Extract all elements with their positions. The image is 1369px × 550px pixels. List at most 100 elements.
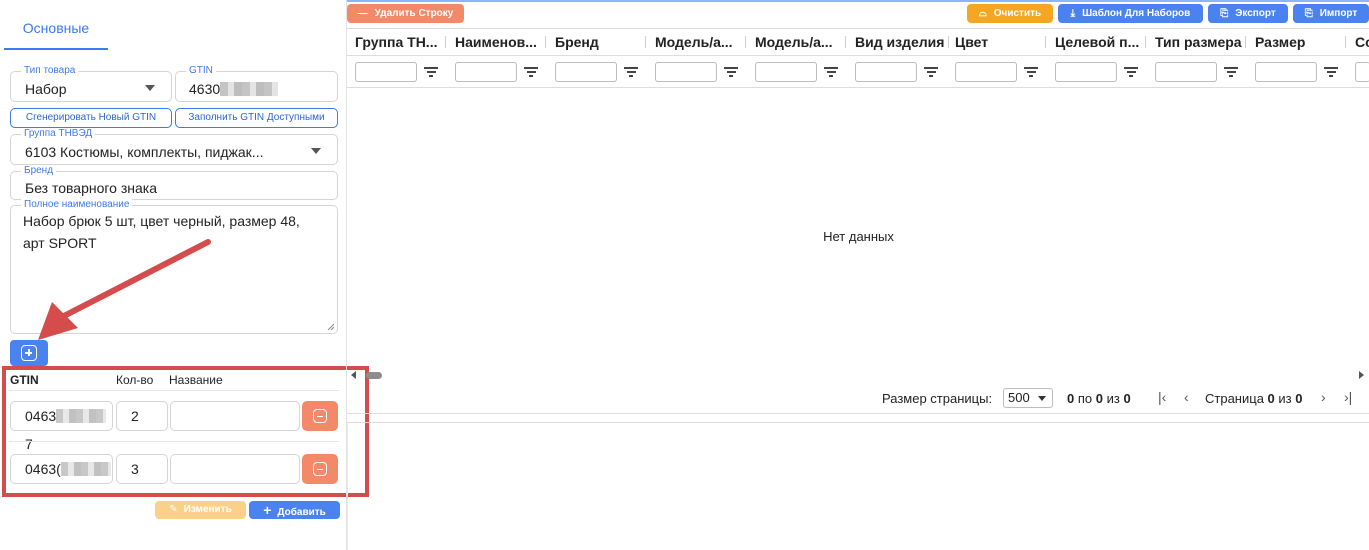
prev-page-icon[interactable]: ‹ bbox=[1184, 389, 1189, 405]
resize-handle-icon[interactable] bbox=[327, 323, 335, 331]
column-filter-input[interactable] bbox=[755, 62, 817, 82]
horizontal-scrollbar[interactable] bbox=[347, 369, 1369, 381]
add-button-label: Добавить bbox=[277, 507, 326, 518]
filter-icon[interactable] bbox=[924, 67, 938, 77]
column-filter-input[interactable] bbox=[355, 62, 417, 82]
filter-icon[interactable] bbox=[1024, 67, 1038, 77]
col-separator[interactable] bbox=[745, 36, 746, 48]
column-filter-input[interactable] bbox=[1055, 62, 1117, 82]
col-header[interactable]: Бренд bbox=[555, 34, 645, 50]
set-row-name-input[interactable] bbox=[170, 454, 300, 484]
tnved-select[interactable]: Группа ТНВЭД 6103 Костюмы, комплекты, пи… bbox=[10, 128, 338, 165]
filter-icon[interactable] bbox=[1224, 67, 1238, 77]
row-range-summary: 0 по 0 из 0 bbox=[1067, 391, 1131, 406]
filter-icon[interactable] bbox=[524, 67, 538, 77]
tab-main[interactable]: Основные bbox=[4, 10, 108, 50]
product-type-select[interactable]: Тип товара Набор bbox=[10, 65, 172, 102]
add-button[interactable]: + Добавить bbox=[249, 501, 340, 519]
fill-gtin-button[interactable]: Заполнить GTIN Доступными bbox=[175, 108, 338, 128]
col-name-header: Название bbox=[169, 373, 223, 387]
column-filter-input[interactable] bbox=[955, 62, 1017, 82]
scroll-left-arrow-icon[interactable] bbox=[351, 371, 356, 379]
col-header[interactable]: Размер bbox=[1255, 34, 1345, 50]
column-filter-input[interactable] bbox=[855, 62, 917, 82]
last-page-icon[interactable]: ›| bbox=[1344, 389, 1352, 405]
column-filter-input[interactable] bbox=[455, 62, 517, 82]
set-row-qty-input[interactable]: 2 bbox=[116, 401, 168, 431]
export-button[interactable]: ⎘ Экспорт bbox=[1208, 4, 1288, 23]
set-row-gtin-input[interactable]: 0463 7 bbox=[10, 401, 113, 452]
generate-gtin-button[interactable]: Сгенерировать Новый GTIN bbox=[10, 108, 172, 128]
col-separator[interactable] bbox=[545, 36, 546, 48]
col-header[interactable]: Цвет bbox=[955, 34, 1045, 50]
chevron-down-icon bbox=[1038, 396, 1046, 401]
clear-button[interactable]: ⌓ Очистить bbox=[967, 4, 1053, 23]
col-header[interactable]: Модель/а... bbox=[755, 34, 845, 50]
set-row-gtin-input[interactable]: 0463( bbox=[10, 454, 113, 484]
edit-button[interactable]: ✎ Изменить bbox=[155, 501, 246, 519]
col-header[interactable]: Группа ТН... bbox=[355, 34, 445, 50]
file-import-icon: ⎘ bbox=[1304, 8, 1313, 19]
page-size-label: Размер страницы: bbox=[882, 391, 993, 406]
plus-icon bbox=[21, 345, 37, 361]
export-label: Экспорт bbox=[1235, 8, 1276, 19]
col-separator[interactable] bbox=[1145, 36, 1146, 48]
col-separator[interactable] bbox=[845, 36, 846, 48]
brand-field[interactable]: Бренд Без товарного знака bbox=[10, 165, 338, 200]
set-row-qty-input[interactable]: 3 bbox=[116, 454, 168, 484]
gtin-value: 4630 bbox=[189, 81, 221, 97]
column-filter-input[interactable] bbox=[1355, 62, 1369, 82]
next-page-icon[interactable]: › bbox=[1321, 389, 1326, 405]
set-template-button[interactable]: ⤓ Шаблон Для Наборов bbox=[1058, 4, 1203, 23]
filter-icon[interactable] bbox=[424, 67, 438, 77]
gtin-field[interactable]: GTIN 4630 bbox=[175, 65, 338, 102]
product-type-label: Тип товара bbox=[21, 65, 79, 77]
page-size-select[interactable]: 500 bbox=[1003, 388, 1053, 408]
scroll-right-arrow-icon[interactable] bbox=[1359, 371, 1364, 379]
delete-row-label: Удалить Строку bbox=[374, 8, 454, 19]
import-label: Импорт bbox=[1319, 8, 1358, 19]
col-separator[interactable] bbox=[948, 36, 949, 48]
tnved-value: 6103 Костюмы, комплекты, пиджак... bbox=[25, 144, 264, 160]
scrollbar-thumb[interactable] bbox=[366, 372, 382, 379]
filter-icon[interactable] bbox=[824, 67, 838, 77]
col-header[interactable]: Модель/а... bbox=[655, 34, 745, 50]
col-qty-header: Кол-во bbox=[116, 373, 154, 387]
col-separator[interactable] bbox=[1045, 36, 1046, 48]
col-separator[interactable] bbox=[445, 36, 446, 48]
col-separator[interactable] bbox=[1245, 36, 1246, 48]
gtin-suffix: 7 bbox=[25, 436, 33, 452]
col-header[interactable]: Наименов... bbox=[455, 34, 545, 50]
filter-icon[interactable] bbox=[1124, 67, 1138, 77]
col-separator[interactable] bbox=[1345, 36, 1346, 48]
lower-panel bbox=[347, 422, 1369, 550]
minus-icon bbox=[313, 462, 327, 476]
filter-icon[interactable] bbox=[724, 67, 738, 77]
trash-icon: ⌓ bbox=[978, 8, 987, 19]
col-header[interactable]: Целевой п... bbox=[1055, 34, 1145, 50]
col-header[interactable]: Вид изделия bbox=[855, 34, 947, 50]
annotation-arrow bbox=[38, 239, 211, 340]
column-filter-input[interactable] bbox=[555, 62, 617, 82]
delete-row-button[interactable]: — Удалить Строку bbox=[347, 4, 464, 23]
col-header[interactable]: Со bbox=[1355, 34, 1369, 50]
data-grid: Группа ТН... Наименов... Бренд Модель/а.… bbox=[347, 28, 1369, 414]
brand-label: Бренд bbox=[21, 165, 57, 177]
remove-row-button[interactable] bbox=[302, 401, 338, 431]
column-filter-input[interactable] bbox=[1155, 62, 1217, 82]
col-gtin-header: GTIN bbox=[10, 373, 39, 387]
first-page-icon[interactable]: |‹ bbox=[1158, 389, 1166, 405]
tnved-label: Группа ТНВЭД bbox=[21, 128, 96, 140]
remove-row-button[interactable] bbox=[302, 454, 338, 484]
column-filter-input[interactable] bbox=[1255, 62, 1317, 82]
minus-icon bbox=[313, 409, 327, 423]
set-row-name-input[interactable] bbox=[170, 401, 300, 431]
import-button[interactable]: ⎘ Импорт bbox=[1293, 4, 1369, 23]
col-separator[interactable] bbox=[645, 36, 646, 48]
chevron-down-icon bbox=[145, 85, 155, 91]
filter-icon[interactable] bbox=[624, 67, 638, 77]
set-template-label: Шаблон Для Наборов bbox=[1082, 8, 1191, 19]
col-header[interactable]: Тип размера bbox=[1155, 34, 1245, 50]
column-filter-input[interactable] bbox=[655, 62, 717, 82]
filter-icon[interactable] bbox=[1324, 67, 1338, 77]
